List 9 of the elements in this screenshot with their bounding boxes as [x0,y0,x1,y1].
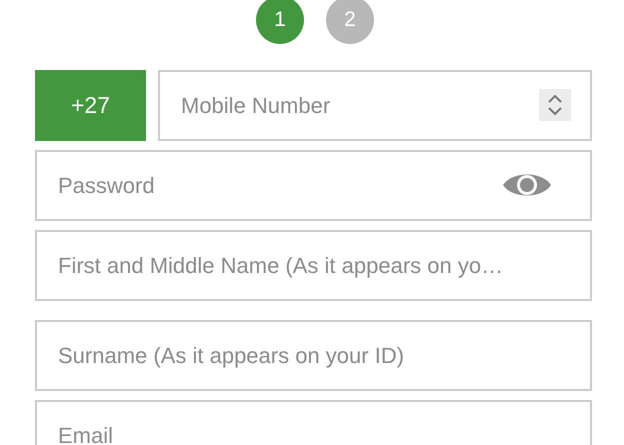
text-field[interactable]: First and Middle Name (As it appears on yo… [35,230,592,301]
country-code-button[interactable]: +27 [35,70,146,141]
password-field[interactable]: Password [35,150,592,221]
step-indicator: 2 [326,0,374,44]
spinner-icon[interactable] [539,89,571,121]
mobile-number-field[interactable]: Mobile Number [158,70,592,141]
text-field[interactable]: Email [35,400,592,445]
text-field[interactable]: Surname (As it appears on your ID) [35,320,592,391]
step-indicator: 1 [256,0,304,44]
